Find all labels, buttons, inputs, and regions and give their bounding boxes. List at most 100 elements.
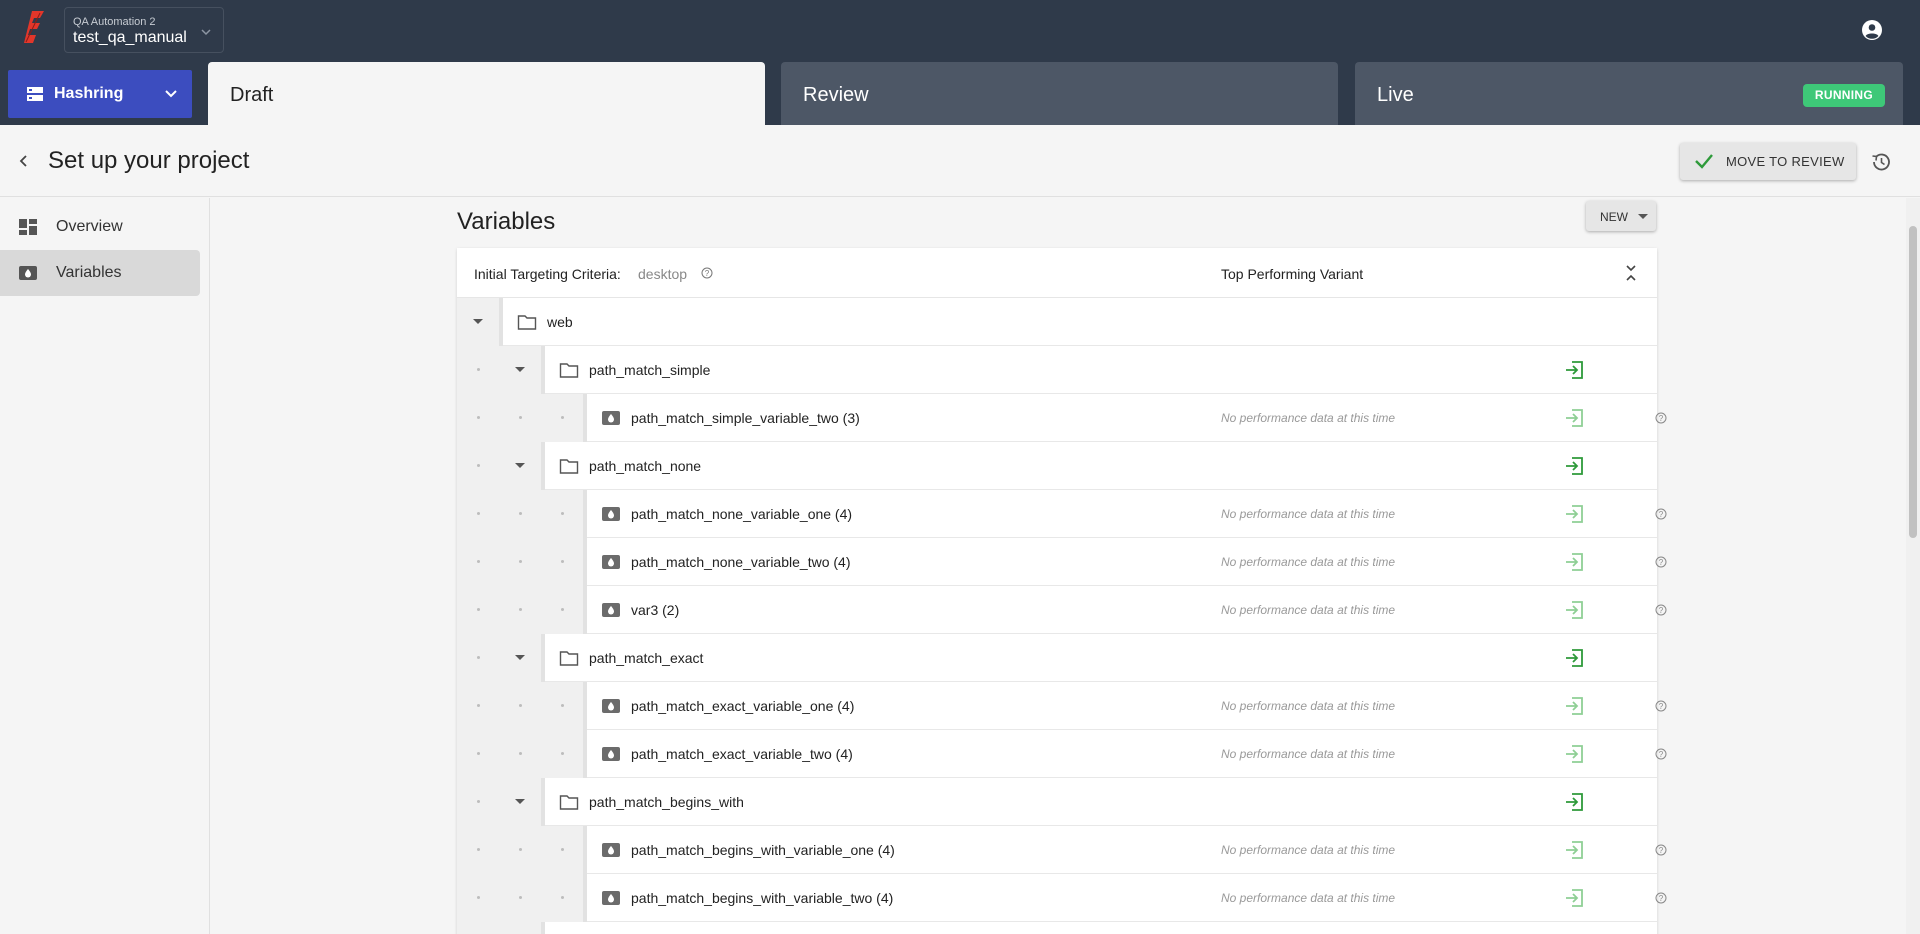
- row-name[interactable]: path_match_none_variable_one (4): [631, 506, 852, 522]
- help-icon[interactable]: ?: [1655, 604, 1667, 616]
- help-icon[interactable]: ?: [1655, 556, 1667, 568]
- svg-text:?: ?: [1659, 894, 1664, 903]
- enter-variable-icon[interactable]: [1564, 792, 1584, 812]
- collapse-all-icon[interactable]: [1623, 264, 1639, 282]
- svg-text:?: ?: [1659, 606, 1664, 615]
- indent-dot: [561, 752, 564, 755]
- row-name[interactable]: path_match_simple_variable_two (3): [631, 410, 860, 426]
- scrollbar-thumb[interactable]: [1909, 226, 1917, 538]
- enter-variable-icon[interactable]: [1564, 552, 1584, 572]
- enter-variable-icon[interactable]: [1564, 360, 1584, 380]
- enter-variable-icon[interactable]: [1564, 456, 1584, 476]
- scrollbar[interactable]: [1906, 198, 1920, 934]
- row-name[interactable]: web: [547, 314, 573, 330]
- row-name[interactable]: path_match_begins_with_variable_one (4): [631, 842, 895, 858]
- folder-row[interactable]: path_match_exact: [457, 634, 1657, 682]
- chevron-down-icon: [201, 29, 211, 36]
- indent-dot: [477, 704, 480, 707]
- folder-icon: [559, 649, 579, 667]
- folder-row[interactable]: [457, 922, 1657, 934]
- row-name[interactable]: path_match_begins_with: [589, 794, 744, 810]
- tab-draft[interactable]: Draft: [208, 62, 765, 125]
- back-icon[interactable]: [16, 153, 32, 169]
- help-icon[interactable]: ?: [1655, 748, 1667, 760]
- variable-row[interactable]: path_match_none_variable_two (4) No perfo…: [457, 538, 1667, 586]
- row-name[interactable]: path_match_exact: [589, 650, 703, 666]
- variable-row[interactable]: path_match_begins_with_variable_two (4) N…: [457, 874, 1667, 922]
- variable-row[interactable]: path_match_simple_variable_two (3) No per…: [457, 394, 1667, 442]
- row-name[interactable]: var3 (2): [631, 602, 679, 618]
- move-to-review-button[interactable]: MOVE TO REVIEW: [1680, 143, 1856, 180]
- tab-live[interactable]: Live RUNNING: [1355, 62, 1903, 125]
- variable-row[interactable]: path_match_begins_with_variable_one (4) N…: [457, 826, 1667, 874]
- enter-variable-icon[interactable]: [1564, 696, 1584, 716]
- folder-row[interactable]: path_match_none: [457, 442, 1657, 490]
- variable-row[interactable]: var3 (2) No performance data at this time…: [457, 586, 1667, 634]
- organization-selector[interactable]: QA Automation 2 test_qa_manual: [64, 7, 224, 53]
- indent-dot: [519, 896, 522, 899]
- help-icon[interactable]: ?: [1655, 844, 1667, 856]
- performance-status: No performance data at this time: [1221, 891, 1396, 905]
- indent-dot: [519, 512, 522, 515]
- expand-caret-icon[interactable]: [515, 367, 525, 372]
- variable-icon: [601, 601, 621, 619]
- performance-status: No performance data at this time: [1221, 603, 1396, 617]
- enter-variable-icon[interactable]: [1564, 888, 1584, 908]
- account-icon[interactable]: [1860, 18, 1884, 42]
- tab-review[interactable]: Review: [781, 62, 1338, 125]
- top-bar: QA Automation 2 test_qa_manual Hashring …: [0, 0, 1920, 125]
- indent-dot: [561, 704, 564, 707]
- folder-row[interactable]: path_match_simple: [457, 346, 1657, 394]
- performance-status: No performance data at this time: [1221, 507, 1396, 521]
- indent-dot: [561, 512, 564, 515]
- expand-caret-icon[interactable]: [473, 319, 483, 324]
- expand-caret-icon[interactable]: [515, 463, 525, 468]
- row-name[interactable]: path_match_none_variable_two (4): [631, 554, 850, 570]
- svg-text:?: ?: [1659, 510, 1664, 519]
- row-name[interactable]: path_match_none: [589, 458, 701, 474]
- folder-row[interactable]: web: [457, 298, 1657, 346]
- enter-variable-icon[interactable]: [1564, 648, 1584, 668]
- indent-dot: [477, 800, 480, 803]
- row-indent-bar: [541, 346, 545, 394]
- row-gutter: [457, 922, 541, 934]
- row-indent-bar: [499, 298, 503, 346]
- variable-row[interactable]: path_match_none_variable_one (4) No perfo…: [457, 490, 1667, 538]
- expand-caret-icon[interactable]: [515, 799, 525, 804]
- row-name[interactable]: path_match_exact_variable_two (4): [631, 746, 853, 762]
- enter-variable-icon[interactable]: [1564, 408, 1584, 428]
- check-icon: [1695, 154, 1713, 169]
- help-icon[interactable]: ?: [1655, 700, 1667, 712]
- sidebar-item-variables[interactable]: Variables: [0, 250, 200, 296]
- row-name[interactable]: path_match_exact_variable_one (4): [631, 698, 854, 714]
- project-selector-button[interactable]: Hashring: [8, 70, 192, 118]
- row-indent-bar: [583, 730, 587, 778]
- help-icon[interactable]: ?: [1655, 892, 1667, 904]
- help-icon[interactable]: ?: [701, 267, 713, 279]
- help-icon[interactable]: ?: [1655, 412, 1667, 424]
- indent-dot: [519, 704, 522, 707]
- variable-row[interactable]: path_match_exact_variable_two (4) No perf…: [457, 730, 1667, 778]
- folder-row[interactable]: path_match_begins_with: [457, 778, 1657, 826]
- history-icon[interactable]: [1870, 151, 1892, 173]
- enter-variable-icon[interactable]: [1564, 744, 1584, 764]
- row-name[interactable]: path_match_simple: [589, 362, 710, 378]
- indent-dot: [519, 560, 522, 563]
- sidebar-item-overview[interactable]: Overview: [0, 204, 200, 250]
- sidebar-item-label: Variables: [56, 264, 122, 281]
- new-button[interactable]: NEW: [1586, 201, 1656, 231]
- variable-row[interactable]: path_match_exact_variable_one (4) No perf…: [457, 682, 1667, 730]
- expand-caret-icon[interactable]: [515, 655, 525, 660]
- server-icon: [27, 87, 43, 101]
- company-logo-icon[interactable]: [22, 9, 50, 45]
- performance-status: No performance data at this time: [1221, 411, 1396, 425]
- enter-variable-icon[interactable]: [1564, 840, 1584, 860]
- enter-variable-icon[interactable]: [1564, 504, 1584, 524]
- enter-variable-icon[interactable]: [1564, 600, 1584, 620]
- caret-down-icon: [1638, 214, 1648, 219]
- indent-dot: [477, 752, 480, 755]
- svg-text:?: ?: [1659, 414, 1664, 423]
- row-name[interactable]: path_match_begins_with_variable_two (4): [631, 890, 893, 906]
- row-indent-bar: [583, 490, 587, 538]
- help-icon[interactable]: ?: [1655, 508, 1667, 520]
